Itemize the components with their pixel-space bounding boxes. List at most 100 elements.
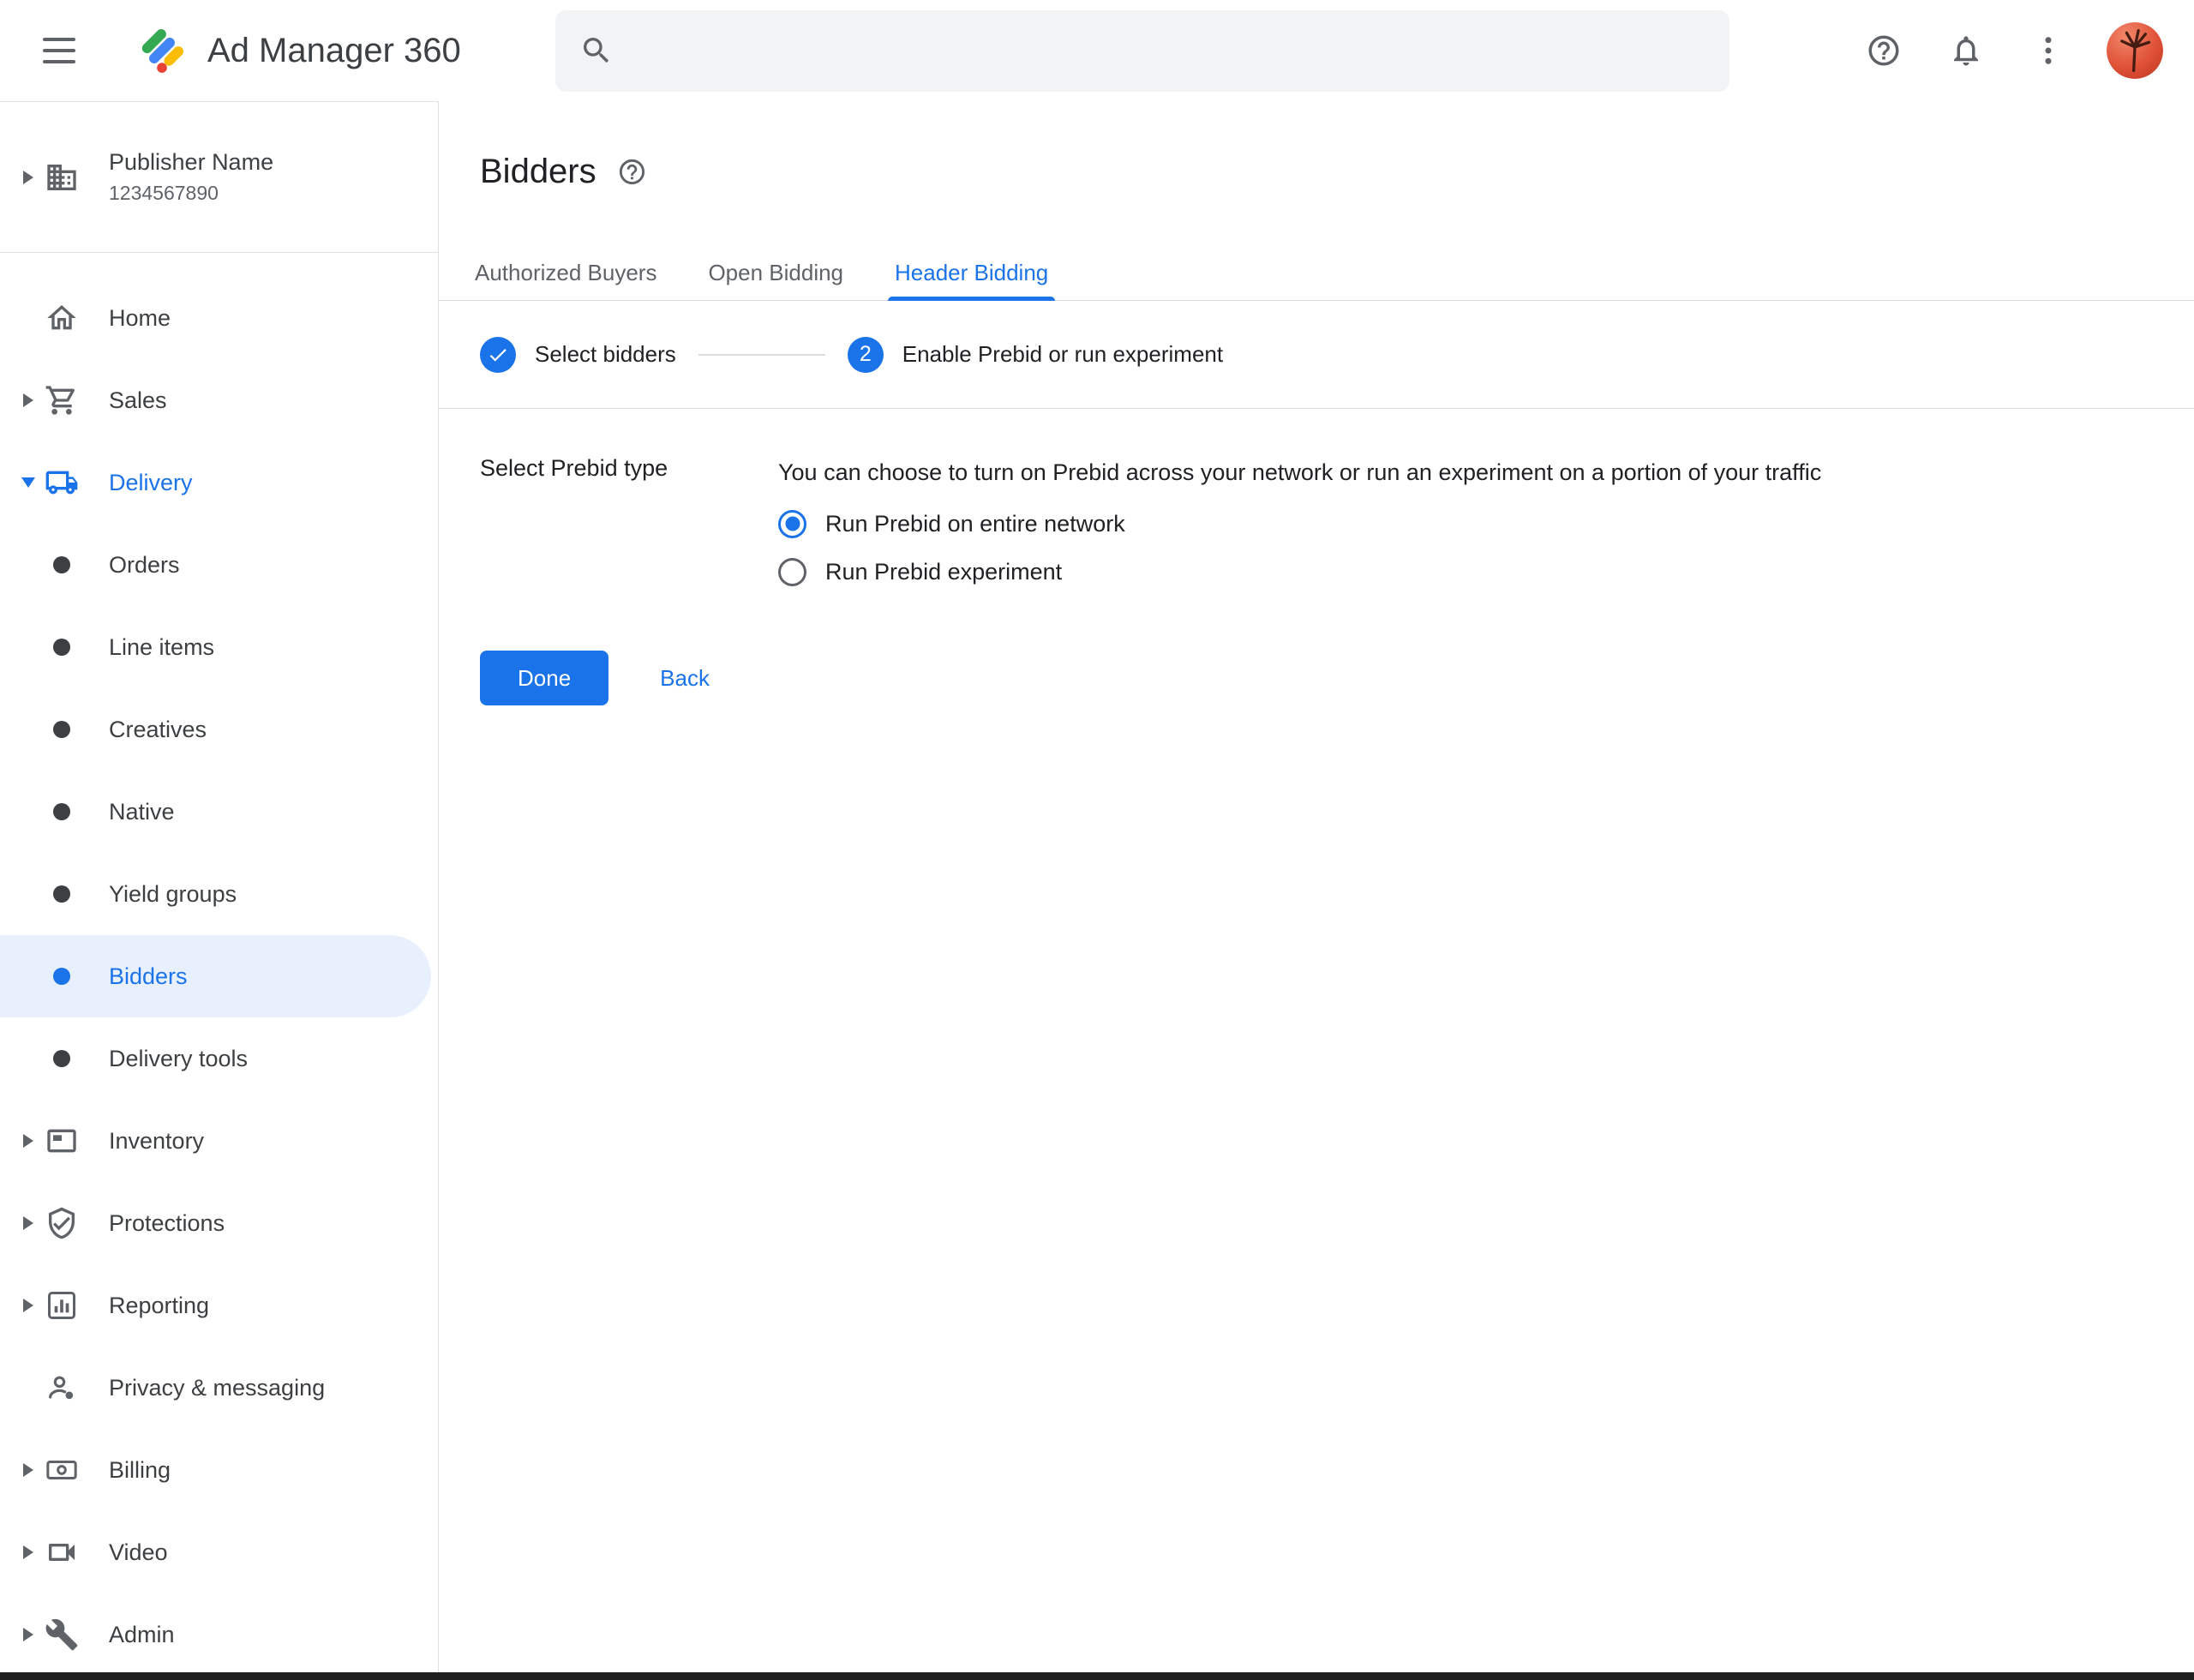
sidebar-item-label: Native — [109, 799, 175, 825]
page-help-button[interactable] — [617, 157, 647, 187]
wrench-icon — [45, 1617, 79, 1652]
banknote-icon — [45, 1453, 79, 1487]
sidebar-item-bidders[interactable]: Bidders — [0, 935, 431, 1017]
sidebar-item-billing[interactable]: Billing — [0, 1429, 438, 1511]
truck-icon — [45, 465, 79, 500]
sidebar-item-reporting[interactable]: Reporting — [0, 1264, 438, 1347]
chevron-right-icon — [23, 1545, 33, 1559]
step-enable-prebid[interactable]: 2 Enable Prebid or run experiment — [848, 337, 1223, 373]
account-avatar[interactable] — [2107, 22, 2163, 79]
sidebar-item-protections[interactable]: Protections — [0, 1182, 438, 1264]
bullet-icon — [53, 556, 70, 573]
home-icon — [45, 301, 79, 335]
screen-bottom-edge — [0, 1672, 2194, 1680]
top-app-bar: Ad Manager 360 — [0, 0, 2194, 101]
inventory-icon — [45, 1124, 79, 1158]
bell-icon — [1948, 33, 1984, 69]
app-title: Ad Manager 360 — [207, 32, 461, 70]
tab-open-bidding[interactable]: Open Bidding — [701, 246, 850, 300]
section-description: You can choose to turn on Prebid across … — [778, 455, 2153, 489]
notifications-button[interactable] — [1942, 27, 1990, 75]
sidebar-item-label: Sales — [109, 387, 167, 414]
sidebar-item-creatives[interactable]: Creatives — [0, 688, 438, 771]
bullet-icon — [53, 639, 70, 656]
overflow-menu-button[interactable] — [2024, 27, 2072, 75]
radio-run-prebid-entire-network[interactable]: Run Prebid on entire network — [778, 500, 2153, 548]
publisher-id: 1234567890 — [109, 182, 273, 205]
chevron-right-icon — [23, 171, 33, 184]
search-bar[interactable] — [555, 10, 1729, 92]
sidebar-item-label: Video — [109, 1539, 168, 1566]
sidebar: Publisher Name 1234567890 Home — [0, 101, 439, 1680]
sidebar-item-label: Yield groups — [109, 881, 237, 908]
step-completed-check-icon — [480, 337, 516, 373]
menu-icon[interactable] — [43, 38, 75, 63]
sidebar-item-line-items[interactable]: Line items — [0, 606, 438, 688]
help-icon — [1866, 33, 1902, 69]
sidebar-item-label: Admin — [109, 1622, 175, 1648]
sidebar-item-home[interactable]: Home — [0, 277, 438, 359]
shield-icon — [45, 1206, 79, 1240]
help-button[interactable] — [1860, 27, 1908, 75]
sidebar-item-delivery[interactable]: Delivery — [0, 441, 438, 524]
chevron-right-icon — [23, 1134, 33, 1148]
chevron-right-icon — [23, 393, 33, 407]
sidebar-nav: Home Sales — [0, 253, 438, 1676]
publisher-name: Publisher Name — [109, 149, 273, 176]
sidebar-item-label: Line items — [109, 634, 214, 661]
help-icon — [617, 157, 647, 187]
sidebar-item-sales[interactable]: Sales — [0, 359, 438, 441]
sidebar-item-privacy-messaging[interactable]: Privacy & messaging — [0, 1347, 438, 1429]
radio-run-prebid-experiment[interactable]: Run Prebid experiment — [778, 548, 2153, 596]
sidebar-item-label: Delivery — [109, 470, 193, 496]
sidebar-item-yield-groups[interactable]: Yield groups — [0, 853, 438, 935]
chevron-right-icon — [23, 1628, 33, 1641]
stepper: Select bidders 2 Enable Prebid or run ex… — [439, 301, 2194, 409]
search-icon — [579, 33, 614, 68]
step-label: Select bidders — [535, 341, 676, 368]
chevron-right-icon — [23, 1216, 33, 1230]
chevron-down-icon — [21, 477, 35, 488]
main-content: Bidders Authorized Buyers Open Bidding H… — [439, 101, 2194, 1680]
section-label: Select Prebid type — [480, 455, 778, 482]
person-privacy-icon — [45, 1371, 79, 1405]
more-vert-icon — [2030, 33, 2066, 69]
publisher-selector[interactable]: Publisher Name 1234567890 — [0, 102, 438, 253]
app-window: Ad Manager 360 — [0, 0, 2194, 1680]
chevron-right-icon — [23, 1463, 33, 1477]
radio-selected-icon[interactable] — [778, 510, 806, 538]
sidebar-item-label: Creatives — [109, 717, 207, 743]
radio-unselected-icon[interactable] — [778, 558, 806, 586]
sidebar-item-admin[interactable]: Admin — [0, 1593, 438, 1676]
tab-header-bidding[interactable]: Header Bidding — [888, 246, 1055, 300]
step-select-bidders[interactable]: Select bidders — [480, 337, 676, 373]
ad-manager-logo — [135, 24, 189, 77]
sidebar-item-inventory[interactable]: Inventory — [0, 1100, 438, 1182]
radio-label: Run Prebid on entire network — [825, 511, 1125, 537]
sidebar-item-delivery-tools[interactable]: Delivery tools — [0, 1017, 438, 1100]
header-actions — [1860, 22, 2163, 79]
done-button[interactable]: Done — [480, 651, 608, 705]
back-button[interactable]: Back — [650, 665, 720, 692]
cart-icon — [45, 383, 79, 417]
step-label: Enable Prebid or run experiment — [902, 341, 1223, 368]
bullet-icon — [53, 968, 70, 985]
prebid-type-section: Select Prebid type You can choose to tur… — [439, 409, 2194, 596]
sidebar-item-label: Reporting — [109, 1293, 209, 1319]
sidebar-item-label: Billing — [109, 1457, 171, 1484]
sidebar-item-label: Inventory — [109, 1128, 204, 1155]
search-input[interactable] — [631, 10, 1705, 92]
bullet-icon — [53, 803, 70, 820]
sidebar-item-native[interactable]: Native — [0, 771, 438, 853]
tab-bar: Authorized Buyers Open Bidding Header Bi… — [439, 246, 2194, 301]
step-connector — [698, 354, 825, 356]
sidebar-item-label: Bidders — [109, 963, 188, 990]
sidebar-item-video[interactable]: Video — [0, 1511, 438, 1593]
tab-authorized-buyers[interactable]: Authorized Buyers — [468, 246, 663, 300]
bullet-icon — [53, 721, 70, 738]
page-title: Bidders — [480, 153, 596, 191]
bar-chart-icon — [45, 1288, 79, 1323]
sidebar-item-orders[interactable]: Orders — [0, 524, 438, 606]
sidebar-item-label: Delivery tools — [109, 1046, 248, 1072]
form-actions: Done Back — [439, 651, 2194, 705]
